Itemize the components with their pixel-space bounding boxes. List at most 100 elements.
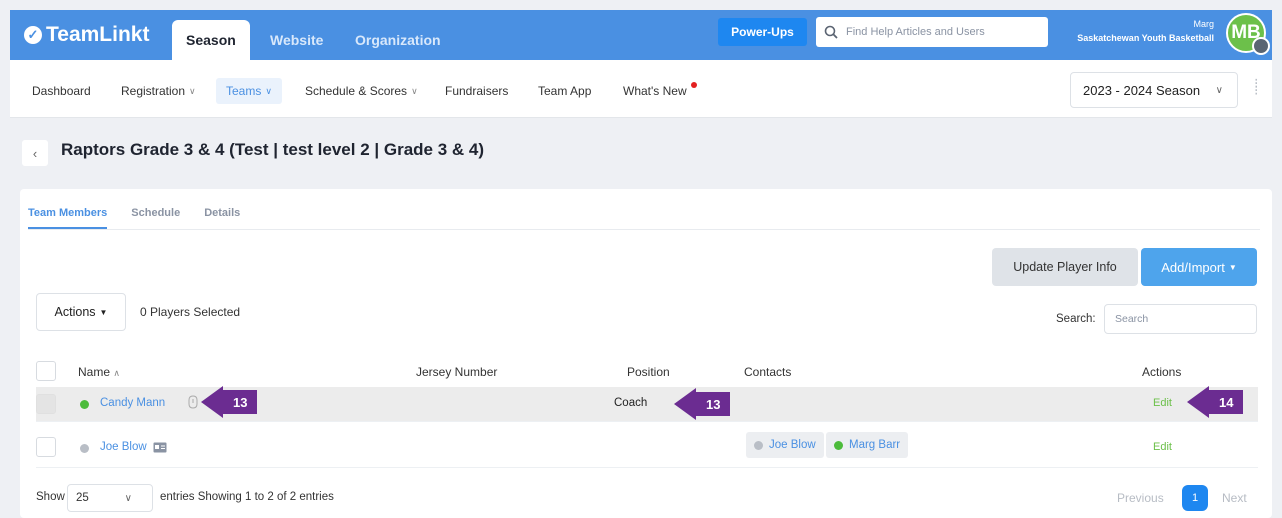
back-button[interactable]: ‹ — [22, 140, 48, 166]
callout-arrow: 13 — [201, 386, 258, 418]
callout-arrow: 13 — [674, 388, 731, 420]
status-dot — [754, 440, 763, 450]
tab-organization[interactable]: Organization — [341, 20, 455, 60]
nav-registration[interactable]: Registration ∨ — [111, 78, 206, 104]
show-label: Show — [36, 491, 65, 503]
logo-check-icon: ✓ — [24, 26, 42, 44]
avatar-badge-icon — [1252, 37, 1270, 55]
select-all-checkbox[interactable] — [36, 361, 56, 381]
entries-info: entries Showing 1 to 2 of 2 entries — [160, 491, 334, 503]
page-title: Raptors Grade 3 & 4 (Test | test level 2… — [61, 140, 485, 159]
contact-name: Joe Blow — [769, 439, 816, 451]
tab-schedule[interactable]: Schedule — [131, 207, 180, 229]
teamlinkt-logo[interactable]: ✓ TeamLinkt — [24, 23, 149, 47]
callout-number: 14 — [1209, 390, 1244, 414]
chevron-down-icon: ∨ — [124, 492, 132, 504]
chevron-down-icon: ∨ — [1215, 84, 1223, 96]
tab-details[interactable]: Details — [204, 207, 240, 229]
nav-fundraisers-label: Fundraisers — [445, 84, 509, 98]
notification-dot — [690, 82, 697, 88]
player-position: Coach — [614, 397, 648, 409]
chevron-down-icon: ∨ — [189, 85, 196, 96]
player-name-link[interactable]: Candy Mann — [100, 397, 165, 409]
sort-asc-icon: ∧ — [113, 368, 120, 378]
id-card-icon — [153, 442, 167, 453]
nav-whats-new-label: What's New — [623, 84, 687, 98]
table-search-input[interactable] — [1104, 304, 1257, 334]
search-icon — [824, 25, 838, 39]
nav-schedule-scores[interactable]: Schedule & Scores ∨ — [295, 78, 428, 104]
status-dot — [80, 400, 89, 409]
org-name: Saskatchewan Youth Basketball — [1077, 33, 1214, 43]
callout-number: 13 — [696, 392, 731, 416]
pagination-next[interactable]: Next — [1222, 491, 1247, 505]
user-name: Marg — [1193, 19, 1214, 29]
nav-fundraisers[interactable]: Fundraisers — [435, 78, 518, 104]
row-checkbox[interactable] — [36, 437, 56, 457]
more-options-icon[interactable]: ⁝ ⁝ — [1254, 76, 1258, 97]
avatar[interactable]: MB — [1226, 13, 1270, 55]
bulk-actions-button[interactable]: Actions ▼ — [36, 293, 126, 331]
players-selected-count: 0 Players Selected — [140, 305, 241, 319]
bulk-actions-label: Actions — [54, 305, 96, 319]
nav-dashboard-label: Dashboard — [32, 84, 91, 98]
season-value: 2023 - 2024 Season — [1083, 82, 1201, 98]
top-bar: ✓ TeamLinkt Season Website Organization … — [10, 10, 1272, 60]
nav-teams-label: Teams — [226, 84, 262, 98]
chevron-left-icon: ‹ — [32, 145, 38, 161]
chevron-down-icon: ∨ — [411, 85, 418, 96]
row-checkbox[interactable] — [36, 394, 56, 414]
help-search-input[interactable] — [846, 26, 1036, 38]
page-length-value: 25 — [76, 492, 89, 504]
nav-registration-label: Registration — [121, 84, 186, 98]
column-header-position[interactable]: Position — [627, 365, 670, 379]
search-label: Search: — [1056, 313, 1096, 325]
column-header-jersey[interactable]: Jersey Number — [416, 365, 497, 379]
status-dot — [80, 444, 89, 453]
caret-down-icon: ▼ — [99, 307, 108, 317]
column-header-contacts[interactable]: Contacts — [744, 365, 791, 379]
caret-down-icon: ▼ — [1228, 262, 1237, 272]
power-ups-button[interactable]: Power-Ups — [718, 18, 807, 46]
nav-whats-new[interactable]: What's New — [613, 78, 707, 104]
nav-teams[interactable]: Teams ∨ — [216, 78, 282, 104]
whistle-icon — [188, 395, 198, 409]
nav-dashboard[interactable]: Dashboard — [22, 78, 101, 104]
update-player-info-button[interactable]: Update Player Info — [992, 248, 1138, 286]
player-name-link[interactable]: Joe Blow — [100, 441, 147, 453]
season-select[interactable]: 2023 - 2024 Season ∨ — [1070, 72, 1238, 108]
contact-name: Marg Barr — [849, 439, 901, 451]
name-header-label: Name — [78, 365, 111, 379]
page-length-select[interactable]: 25 ∨ — [67, 484, 153, 512]
column-header-name[interactable]: Name ∧ — [78, 365, 120, 379]
user-info[interactable]: Marg Saskatchewan Youth Basketball — [1077, 17, 1214, 45]
help-search-field[interactable] — [816, 17, 1048, 47]
column-header-actions: Actions — [1142, 365, 1182, 379]
edit-link[interactable]: Edit — [1153, 397, 1172, 409]
nav-team-app[interactable]: Team App — [528, 78, 601, 104]
edit-link[interactable]: Edit — [1153, 441, 1172, 453]
pagination-previous[interactable]: Previous — [1117, 491, 1164, 505]
logo-text: TeamLinkt — [46, 23, 150, 46]
contact-chip[interactable]: Marg Barr — [826, 432, 909, 458]
arrow-left-icon — [201, 386, 223, 418]
team-tabs: Team Members Schedule Details — [28, 207, 240, 229]
tab-website[interactable]: Website — [256, 20, 337, 60]
row-divider — [36, 421, 1258, 422]
add-import-button[interactable]: Add/Import ▼ — [1141, 248, 1257, 286]
tab-team-members[interactable]: Team Members — [28, 207, 108, 229]
tab-divider — [28, 229, 1260, 230]
team-members-card: Team Members Schedule Details Update Pla… — [20, 189, 1272, 518]
nav-schedule-label: Schedule & Scores — [305, 84, 408, 98]
row-divider — [36, 467, 1258, 468]
callout-arrow: 14 — [1187, 386, 1244, 418]
arrow-left-icon — [1187, 386, 1209, 418]
tab-season[interactable]: Season — [172, 20, 250, 60]
add-import-label: Add/Import — [1161, 259, 1225, 275]
main-nav: Dashboard Registration ∨ Teams ∨ Schedul… — [10, 60, 1272, 118]
arrow-left-icon — [674, 388, 696, 420]
chevron-down-icon: ∨ — [265, 85, 272, 96]
pagination-page[interactable]: 1 — [1182, 485, 1208, 511]
contact-chip[interactable]: Joe Blow — [746, 432, 824, 458]
nav-team-app-label: Team App — [538, 84, 592, 98]
